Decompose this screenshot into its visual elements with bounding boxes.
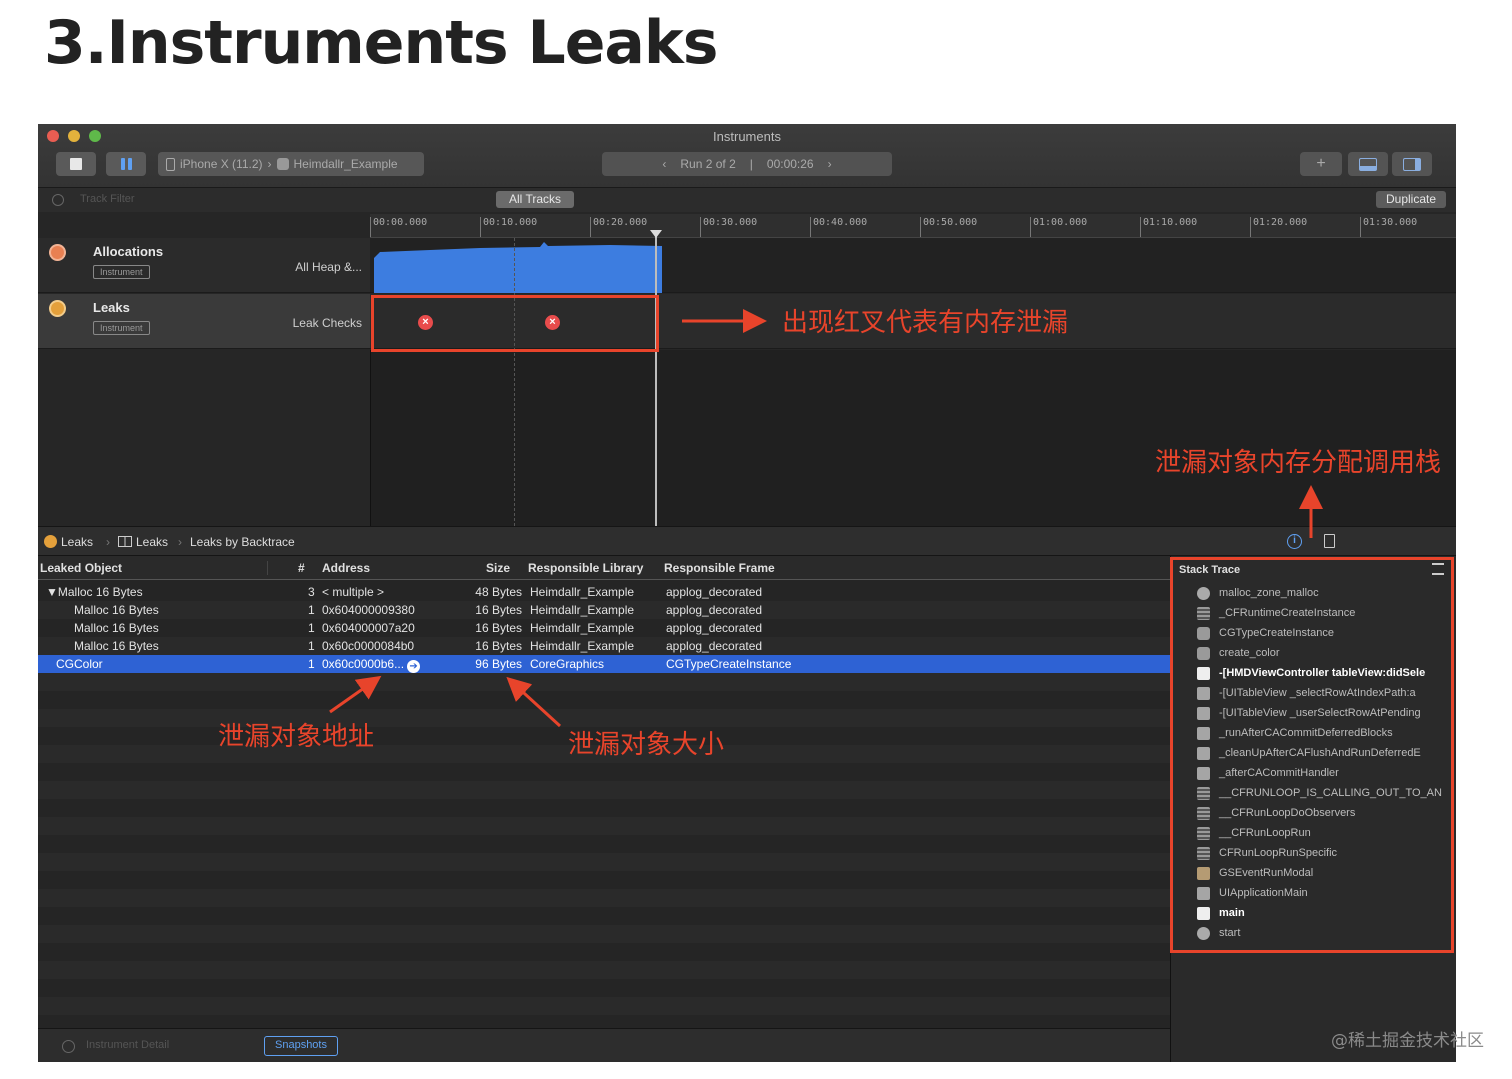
annotation-arrows [329, 309, 1323, 728]
arrow-to-address [329, 675, 382, 714]
arrow-to-size [506, 676, 562, 728]
credit-watermark: @稀土掘金技术社区 [1331, 1031, 1484, 1051]
